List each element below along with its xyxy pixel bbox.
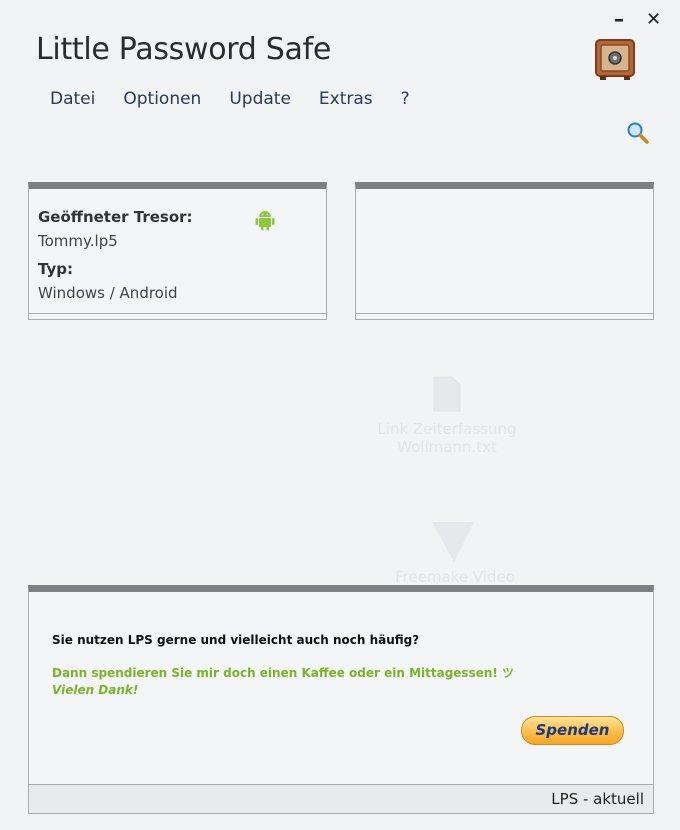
- menu-item-datei[interactable]: Datei: [50, 89, 95, 109]
- freemake-icon: [432, 522, 474, 562]
- safe-icon: [595, 39, 635, 80]
- search-icon[interactable]: [626, 121, 650, 145]
- status-bar: LPS - aktuell: [29, 784, 653, 813]
- panel-divider: [29, 313, 326, 314]
- menu-item-optionen[interactable]: Optionen: [123, 89, 201, 109]
- android-icon: [255, 211, 275, 231]
- donate-button[interactable]: Spenden: [521, 716, 624, 745]
- vault-type-label: Typ:: [38, 260, 73, 278]
- ghost-app-label: Freemake Video: [395, 568, 515, 586]
- menu-item-extras[interactable]: Extras: [319, 89, 373, 109]
- app-title: Little Password Safe: [36, 32, 332, 67]
- vault-type-value: Windows / Android: [38, 284, 178, 302]
- minimize-button[interactable]: –: [614, 9, 624, 29]
- ghost-file-label: Link Zeiterfassung Wollmann.txt: [377, 420, 517, 456]
- opened-vault-value: Tommy.lp5: [38, 232, 118, 250]
- menu-item-help[interactable]: ?: [401, 89, 410, 109]
- donate-thanks: Vielen Dank!: [52, 683, 139, 697]
- donate-message: Dann spendieren Sie mir doch einen Kaffe…: [52, 666, 515, 680]
- close-button[interactable]: ✕: [646, 10, 661, 30]
- document-icon: [433, 376, 461, 412]
- panel-divider: [356, 313, 653, 314]
- vault-info-panel: Geöffneter Tresor: Tommy.lp5 Typ: Window…: [28, 182, 327, 320]
- menu-bar: Datei Optionen Update Extras ?: [50, 89, 438, 109]
- status-text: LPS - aktuell: [551, 790, 644, 808]
- donate-question: Sie nutzen LPS gerne und vielleicht auch…: [52, 633, 420, 647]
- donate-panel: Sie nutzen LPS gerne und vielleicht auch…: [28, 585, 654, 814]
- secondary-panel: [355, 182, 654, 320]
- opened-vault-label: Geöffneter Tresor:: [38, 208, 193, 226]
- menu-item-update[interactable]: Update: [229, 89, 291, 109]
